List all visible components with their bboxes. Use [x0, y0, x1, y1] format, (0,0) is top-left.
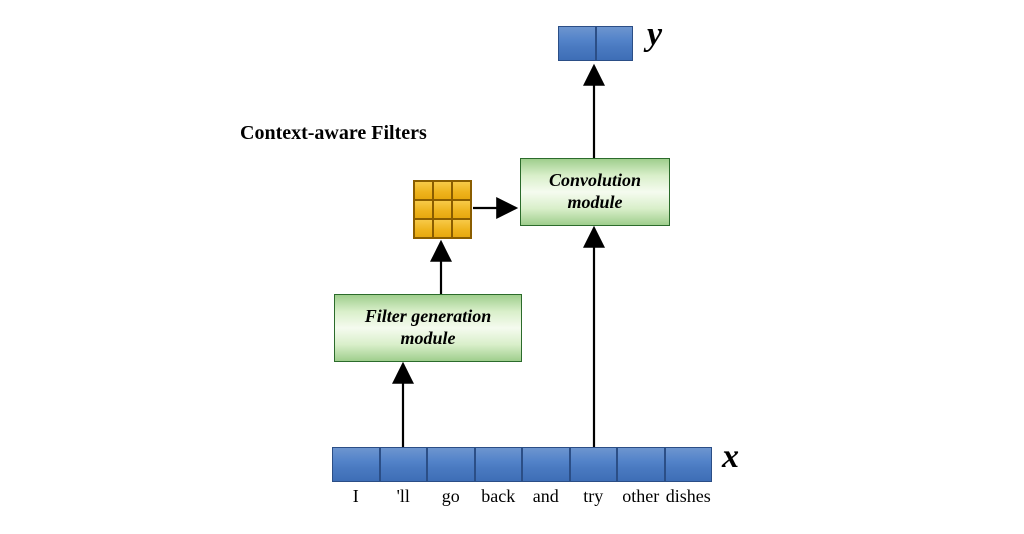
- arrow-x-to-filtergen: [0, 0, 1024, 534]
- diagram-canvas: y Context-aware Filters Convolution modu…: [0, 0, 1024, 534]
